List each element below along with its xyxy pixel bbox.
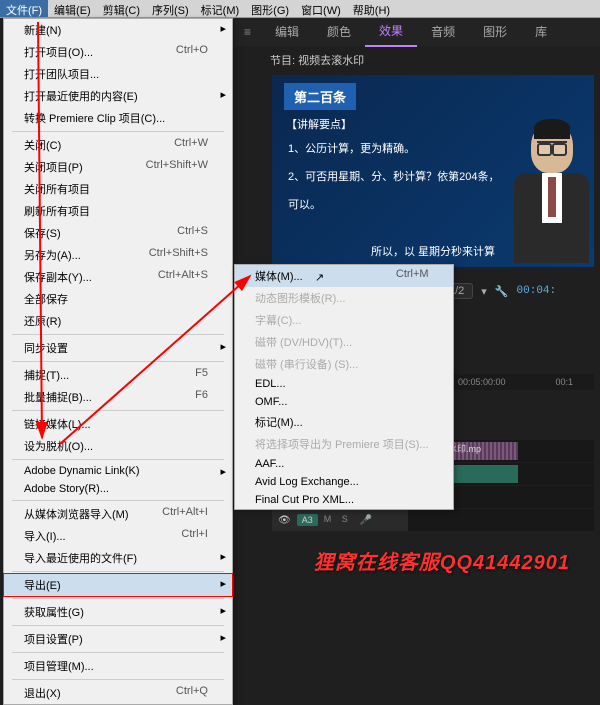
mic-icon[interactable]: 🎤	[360, 515, 372, 526]
menu-item[interactable]: 导入(I)...Ctrl+I	[4, 525, 232, 547]
menu-item[interactable]: 保存副本(Y)...Ctrl+Alt+S	[4, 266, 232, 288]
menu-item[interactable]: 捕捉(T)...F5	[4, 364, 232, 386]
menu-item[interactable]: 保存(S)Ctrl+S	[4, 222, 232, 244]
video-heading: 第二百条	[284, 83, 356, 110]
chevron-right-icon: ▸	[220, 631, 226, 644]
menu-clip[interactable]: 剪辑(C)	[97, 0, 146, 17]
workspace-tabs: ≡ 编辑 颜色 效果 音频 图形 库	[234, 18, 600, 46]
tab-audio[interactable]: 音频	[417, 18, 469, 46]
menu-file[interactable]: 文件(F)	[0, 0, 48, 17]
menu-marker[interactable]: 标记(M)	[195, 0, 246, 17]
submenu-item[interactable]: 媒体(M)...Ctrl+M↖	[235, 265, 453, 287]
chevron-right-icon: ▸	[220, 577, 226, 590]
menubar: 文件(F) 编辑(E) 剪辑(C) 序列(S) 标记(M) 图形(G) 窗口(W…	[0, 0, 600, 18]
menu-item[interactable]: 全部保存	[4, 288, 232, 310]
chevron-right-icon: ▸	[220, 550, 226, 563]
submenu-item[interactable]: Final Cut Pro XML...	[235, 491, 453, 509]
menu-item[interactable]: 关闭项目(P)Ctrl+Shift+W	[4, 156, 232, 178]
menu-item[interactable]: Adobe Dynamic Link(K)▸	[4, 462, 232, 480]
chevron-right-icon: ▸	[220, 88, 226, 101]
menu-item[interactable]: 退出(X)Ctrl+Q	[4, 682, 232, 704]
submenu-item[interactable]: EDL...	[235, 375, 453, 393]
menu-item[interactable]: 从媒体浏览器导入(M)Ctrl+Alt+I	[4, 503, 232, 525]
submenu-item: 磁带 (DV/HDV)(T)...	[235, 331, 453, 353]
menu-edit[interactable]: 编辑(E)	[48, 0, 97, 17]
menu-item[interactable]: 批量捕捉(B)...F6	[4, 386, 232, 408]
menu-item[interactable]: 另存为(A)...Ctrl+Shift+S	[4, 244, 232, 266]
menu-item[interactable]: 同步设置▸	[4, 337, 232, 359]
track-a3[interactable]: 👁 A3 MS 🎤	[272, 509, 594, 531]
submenu-item[interactable]: 标记(M)...	[235, 411, 453, 433]
file-dropdown: 新建(N)▸打开项目(O)...Ctrl+O打开团队项目...打开最近使用的内容…	[3, 18, 233, 705]
menu-item[interactable]: 新建(N)▸	[4, 19, 232, 41]
eye-icon[interactable]: 👁	[278, 515, 291, 526]
menu-item[interactable]: 打开最近使用的内容(E)▸	[4, 85, 232, 107]
wrench-icon[interactable]: 🔧	[495, 285, 509, 298]
menu-sequence[interactable]: 序列(S)	[146, 0, 195, 17]
tab-effects[interactable]: 效果	[365, 17, 417, 47]
presenter-figure	[509, 115, 594, 265]
chevron-right-icon: ▸	[220, 465, 226, 478]
cursor-icon: ↖	[315, 271, 324, 284]
menu-item[interactable]: 关闭(C)Ctrl+W	[4, 134, 232, 156]
hamburger-icon[interactable]: ≡	[234, 25, 261, 39]
watermark-text: 狸窝在线客服QQ41442901	[314, 546, 570, 575]
menu-item[interactable]: 项目管理(M)...	[4, 655, 232, 677]
menu-item[interactable]: 导出(E)▸	[3, 573, 233, 597]
menu-item[interactable]: 设为脱机(O)...	[4, 435, 232, 457]
menu-item[interactable]: 链接媒体(L)...	[4, 413, 232, 435]
timecode: 00:04:	[517, 285, 557, 297]
menu-item[interactable]: 打开项目(O)...Ctrl+O	[4, 41, 232, 63]
chevron-down-icon[interactable]: ▾	[481, 285, 487, 298]
ruler-mark-2: 00:1	[556, 377, 574, 387]
chevron-right-icon: ▸	[220, 604, 226, 617]
chevron-right-icon: ▸	[220, 340, 226, 353]
tab-library[interactable]: 库	[521, 18, 561, 46]
menu-item[interactable]: Adobe Story(R)...	[4, 480, 232, 498]
menu-window[interactable]: 窗口(W)	[295, 0, 347, 17]
program-title: 节目: 视频去滚水印	[270, 52, 364, 68]
track-badge-a3: A3	[297, 514, 318, 526]
menu-item[interactable]: 关闭所有项目	[4, 178, 232, 200]
submenu-item[interactable]: OMF...	[235, 393, 453, 411]
submenu-item: 动态图形模板(R)...	[235, 287, 453, 309]
transport-bar: 1/2 ▾ 🔧 00:04:	[440, 278, 594, 304]
program-monitor[interactable]: 第二百条 【讲解要点】 1、公历计算，更为精确。 2、可否用星期、分、秒计算？依…	[272, 75, 594, 267]
menu-item[interactable]: 打开团队项目...	[4, 63, 232, 85]
menu-item[interactable]: 导入最近使用的文件(F)▸	[4, 547, 232, 569]
submenu-item[interactable]: AAF...	[235, 455, 453, 473]
submenu-item: 字幕(C)...	[235, 309, 453, 331]
menu-graphics[interactable]: 图形(G)	[245, 0, 295, 17]
tab-graphics[interactable]: 图形	[469, 18, 521, 46]
ruler-mark-1: 00:05:00:00	[458, 377, 506, 387]
export-submenu: 媒体(M)...Ctrl+M↖动态图形模板(R)...字幕(C)...磁带 (D…	[234, 264, 454, 510]
tab-color[interactable]: 颜色	[313, 18, 365, 46]
submenu-item: 磁带 (串行设备) (S)...	[235, 353, 453, 375]
chevron-right-icon: ▸	[220, 22, 226, 35]
menu-item[interactable]: 获取属性(G)▸	[4, 601, 232, 623]
menu-item[interactable]: 转换 Premiere Clip 项目(C)...	[4, 107, 232, 129]
menu-item[interactable]: 项目设置(P)▸	[4, 628, 232, 650]
submenu-item: 将选择项导出为 Premiere 项目(S)...	[235, 433, 453, 455]
menu-item[interactable]: 还原(R)	[4, 310, 232, 332]
submenu-item[interactable]: Avid Log Exchange...	[235, 473, 453, 491]
video-caption: 所以，以 星期分秒来计算	[371, 243, 495, 259]
tab-edit[interactable]: 编辑	[261, 18, 313, 46]
menu-item[interactable]: 刷新所有项目	[4, 200, 232, 222]
menu-help[interactable]: 帮助(H)	[347, 0, 396, 17]
